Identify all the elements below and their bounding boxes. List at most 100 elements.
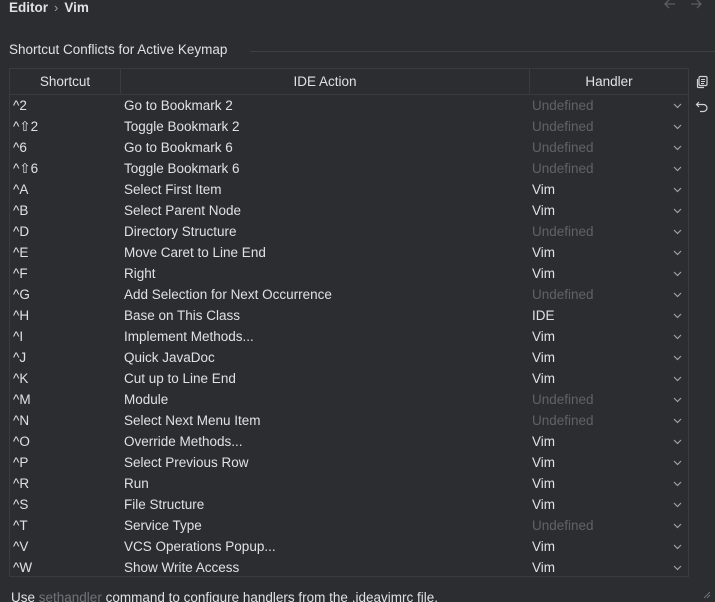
shortcut-cell: ^N	[13, 413, 30, 428]
handler-value: Undefined	[532, 287, 594, 302]
handler-value: Vim	[532, 434, 556, 449]
handler-dropdown[interactable]: Undefined	[530, 284, 688, 305]
handler-dropdown[interactable]: Vim	[530, 368, 688, 389]
handler-dropdown[interactable]: Vim	[530, 473, 688, 494]
table-row[interactable]: ^A Select First Item Vim	[10, 179, 688, 200]
copy-icon[interactable]	[694, 74, 710, 90]
table-row[interactable]: ^W Show Write Access Vim	[10, 557, 688, 578]
shortcut-cell: ^⇧6	[13, 161, 39, 176]
handler-value: Vim	[532, 497, 556, 512]
handler-dropdown[interactable]: Undefined	[530, 410, 688, 431]
handler-value: IDE	[532, 308, 555, 323]
handler-value: Undefined	[532, 98, 594, 113]
table-row[interactable]: ^I Implement Methods... Vim	[10, 326, 688, 347]
table-row[interactable]: ^⇧6 Toggle Bookmark 6 Undefined	[10, 158, 688, 179]
handler-dropdown[interactable]: Vim	[530, 347, 688, 368]
handler-value: Undefined	[532, 224, 594, 239]
table-row[interactable]: ^M Module Undefined	[10, 389, 688, 410]
arrow-right-icon[interactable]	[689, 0, 703, 16]
history-navigation	[663, 0, 703, 16]
table-row[interactable]: ^R Run Vim	[10, 473, 688, 494]
table-row[interactable]: ^K Cut up to Line End Vim	[10, 368, 688, 389]
ide-action-cell: Cut up to Line End	[124, 371, 236, 386]
handler-value: Vim	[532, 266, 556, 281]
handler-dropdown[interactable]: Undefined	[530, 116, 688, 137]
ide-action-cell: Directory Structure	[124, 224, 237, 239]
table-row[interactable]: ^V VCS Operations Popup... Vim	[10, 536, 688, 557]
handler-dropdown[interactable]: Undefined	[530, 158, 688, 179]
shortcut-cell: ^B	[13, 203, 29, 218]
handler-dropdown[interactable]: Vim	[530, 200, 688, 221]
handler-dropdown[interactable]: Vim	[530, 557, 688, 578]
handler-dropdown[interactable]: Vim	[530, 452, 688, 473]
handler-dropdown[interactable]: Undefined	[530, 137, 688, 158]
ide-action-cell: Toggle Bookmark 2	[124, 119, 240, 134]
shortcut-cell: ^⇧2	[13, 119, 39, 134]
handler-dropdown[interactable]: Undefined	[530, 221, 688, 242]
ide-action-cell: Select Previous Row	[124, 455, 249, 470]
table-row[interactable]: ^2 Go to Bookmark 2 Undefined	[10, 95, 688, 116]
handler-value: Undefined	[532, 161, 594, 176]
shortcut-cell: ^K	[13, 371, 29, 386]
handler-value: Undefined	[532, 392, 594, 407]
table-row[interactable]: ^B Select Parent Node Vim	[10, 200, 688, 221]
table-row[interactable]: ^N Select Next Menu Item Undefined	[10, 410, 688, 431]
table-row[interactable]: ^T Service Type Undefined	[10, 515, 688, 536]
shortcut-cell: ^A	[13, 182, 29, 197]
table-row[interactable]: ^D Directory Structure Undefined	[10, 221, 688, 242]
chevron-down-icon	[672, 542, 682, 552]
section-divider	[250, 51, 715, 52]
table-row[interactable]: ^6 Go to Bookmark 6 Undefined	[10, 137, 688, 158]
chevron-down-icon	[672, 101, 682, 111]
resize-grip-icon[interactable]	[703, 591, 711, 602]
column-header-ide-action[interactable]: IDE Action	[121, 69, 530, 94]
undo-icon[interactable]	[694, 98, 710, 114]
shortcut-cell: ^F	[13, 266, 28, 281]
arrow-left-icon[interactable]	[663, 0, 677, 16]
breadcrumb-parent[interactable]: Editor	[9, 0, 48, 15]
chevron-down-icon	[672, 395, 682, 405]
column-header-handler[interactable]: Handler	[530, 69, 688, 94]
table-row[interactable]: ^G Add Selection for Next Occurrence Undef…	[10, 284, 688, 305]
handler-dropdown[interactable]: Vim	[530, 179, 688, 200]
chevron-down-icon	[672, 269, 682, 279]
table-row[interactable]: ^J Quick JavaDoc Vim	[10, 347, 688, 368]
handler-value: Vim	[532, 245, 556, 260]
chevron-down-icon	[672, 353, 682, 363]
table-row[interactable]: ^P Select Previous Row Vim	[10, 452, 688, 473]
handler-value: Vim	[532, 476, 556, 491]
ide-action-cell: Go to Bookmark 2	[124, 98, 233, 113]
chevron-down-icon	[672, 416, 682, 426]
shortcut-cell: ^D	[13, 224, 30, 239]
table-row[interactable]: ^S File Structure Vim	[10, 494, 688, 515]
handler-value: Undefined	[532, 119, 594, 134]
handler-dropdown[interactable]: Undefined	[530, 389, 688, 410]
ide-action-cell: Module	[124, 392, 169, 407]
shortcut-cell: ^6	[13, 140, 27, 155]
footer-prefix: Use	[11, 590, 39, 602]
handler-dropdown[interactable]: Vim	[530, 263, 688, 284]
handler-dropdown[interactable]: Vim	[530, 326, 688, 347]
handler-dropdown[interactable]: Vim	[530, 431, 688, 452]
table-row[interactable]: ^F Right Vim	[10, 263, 688, 284]
shortcut-cell: ^E	[13, 245, 29, 260]
chevron-down-icon	[672, 458, 682, 468]
handler-dropdown[interactable]: Vim	[530, 494, 688, 515]
column-header-shortcut[interactable]: Shortcut	[10, 69, 121, 94]
handler-dropdown[interactable]: Undefined	[530, 95, 688, 116]
handler-dropdown[interactable]: Undefined	[530, 515, 688, 536]
table-row[interactable]: ^H Base on This Class IDE	[10, 305, 688, 326]
chevron-down-icon	[672, 227, 682, 237]
handler-dropdown[interactable]: Vim	[530, 242, 688, 263]
handler-dropdown[interactable]: Vim	[530, 536, 688, 557]
table-row[interactable]: ^⇧2 Toggle Bookmark 2 Undefined	[10, 116, 688, 137]
table-row[interactable]: ^O Override Methods... Vim	[10, 431, 688, 452]
ide-action-cell: Right	[124, 266, 156, 281]
table-row[interactable]: ^E Move Caret to Line End Vim	[10, 242, 688, 263]
ide-action-cell: VCS Operations Popup...	[124, 539, 276, 554]
handler-dropdown[interactable]: IDE	[530, 305, 688, 326]
chevron-down-icon	[672, 437, 682, 447]
vim-settings-page: Editor › Vim Shortcut Conflicts for Acti…	[0, 0, 715, 602]
chevron-down-icon	[672, 374, 682, 384]
ide-action-cell: File Structure	[124, 497, 205, 512]
